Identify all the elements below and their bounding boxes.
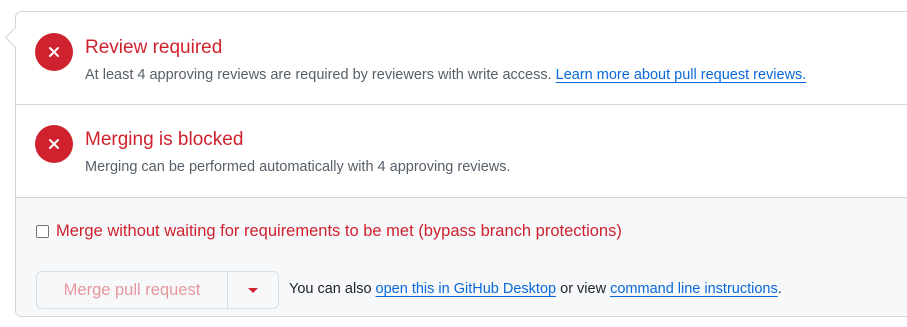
bypass-checkbox[interactable] [36,225,49,238]
x-circle-icon [35,125,73,163]
review-required-title: Review required [85,37,223,58]
review-required-description: At least 4 approving reviews are require… [85,66,806,84]
also-suffix: . [777,281,782,297]
command-line-instructions-link[interactable]: command line instructions [610,281,778,297]
also-middle: or view [560,281,607,297]
merging-blocked-title: Merging is blocked [85,129,244,150]
bypass-label[interactable]: Merge without waiting for requirements t… [56,222,622,241]
merge-method-dropdown-button[interactable] [228,271,279,309]
merge-action-section: Merge without waiting for requirements t… [16,198,907,316]
alternative-merge-text: You can also open this in GitHub Desktop… [289,281,782,297]
x-circle-icon [35,33,73,71]
also-prefix: You can also [289,281,372,297]
review-description-text: At least 4 approving reviews are require… [85,67,552,83]
merge-button-group: Merge pull request [36,271,279,309]
learn-more-reviews-link[interactable]: Learn more about pull request reviews. [556,67,807,83]
triangle-down-icon [248,287,258,293]
open-in-desktop-link[interactable]: open this in GitHub Desktop [376,281,557,297]
bypass-row: Merge without waiting for requirements t… [36,222,622,241]
merge-status-box: Review required At least 4 approving rev… [4,11,907,317]
merging-blocked-section: Merging is blocked Merging can be perfor… [16,105,907,198]
review-required-section: Review required At least 4 approving rev… [16,12,907,105]
merge-pull-request-button[interactable]: Merge pull request [36,271,228,309]
merging-blocked-description: Merging can be performed automatically w… [85,159,511,175]
